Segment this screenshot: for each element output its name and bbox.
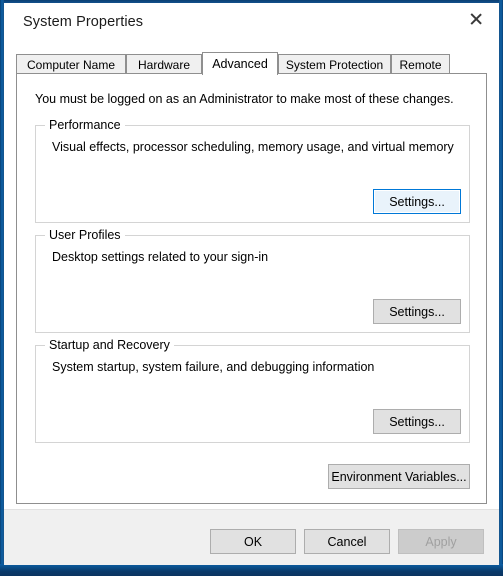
close-button[interactable] (453, 3, 499, 33)
apply-button: Apply (398, 529, 484, 554)
window-title: System Properties (23, 14, 144, 30)
button-label: Apply (425, 534, 457, 549)
window-border-bottom (0, 564, 503, 576)
startup-recovery-group: Startup and Recovery System startup, sys… (35, 338, 470, 443)
user-profiles-settings-button[interactable]: Settings... (373, 299, 461, 324)
tab-advanced[interactable]: Advanced (202, 52, 278, 75)
button-label: Settings... (389, 414, 445, 429)
close-icon (470, 12, 483, 25)
cancel-button[interactable]: Cancel (304, 529, 390, 554)
tab-computer-name[interactable]: Computer Name (16, 54, 126, 74)
tab-remote[interactable]: Remote (391, 54, 450, 74)
button-label: Cancel (327, 534, 367, 549)
tab-label: Hardware (137, 57, 191, 72)
tab-system-protection[interactable]: System Protection (278, 54, 391, 74)
administrator-notice: You must be logged on as an Administrato… (35, 92, 454, 106)
button-label: Settings... (389, 304, 445, 319)
button-label: Settings... (389, 194, 445, 209)
window-border-right (499, 0, 503, 576)
tab-label: System Protection (285, 57, 384, 72)
ok-button[interactable]: OK (210, 529, 296, 554)
performance-description: Visual effects, processor scheduling, me… (52, 140, 454, 154)
tab-hardware[interactable]: Hardware (126, 54, 202, 74)
tab-label: Remote (399, 57, 442, 72)
startup-recovery-description: System startup, system failure, and debu… (52, 360, 375, 374)
dialog-client-area: System Properties Computer Name Hardware… (4, 3, 499, 565)
tab-strip: Computer Name Hardware Advanced System P… (16, 52, 487, 75)
dialog-footer: OK Cancel Apply (4, 509, 499, 565)
button-label: Environment Variables... (331, 469, 467, 484)
tab-label: Advanced (212, 57, 268, 71)
environment-variables-button[interactable]: Environment Variables... (328, 464, 470, 489)
user-profiles-description: Desktop settings related to your sign-in (52, 250, 269, 264)
tab-label: Computer Name (26, 57, 116, 72)
button-label: OK (243, 534, 263, 549)
user-profiles-group: User Profiles Desktop settings related t… (35, 228, 470, 333)
performance-group-label: Performance (45, 118, 125, 132)
performance-group: Performance Visual effects, processor sc… (35, 118, 470, 223)
user-profiles-group-label: User Profiles (45, 228, 125, 242)
performance-settings-button[interactable]: Settings... (373, 189, 461, 214)
startup-recovery-settings-button[interactable]: Settings... (373, 409, 461, 434)
system-properties-dialog: System Properties Computer Name Hardware… (0, 0, 503, 576)
advanced-tab-panel: You must be logged on as an Administrato… (16, 73, 487, 504)
startup-recovery-group-label: Startup and Recovery (45, 338, 174, 352)
title-bar: System Properties (4, 3, 499, 45)
